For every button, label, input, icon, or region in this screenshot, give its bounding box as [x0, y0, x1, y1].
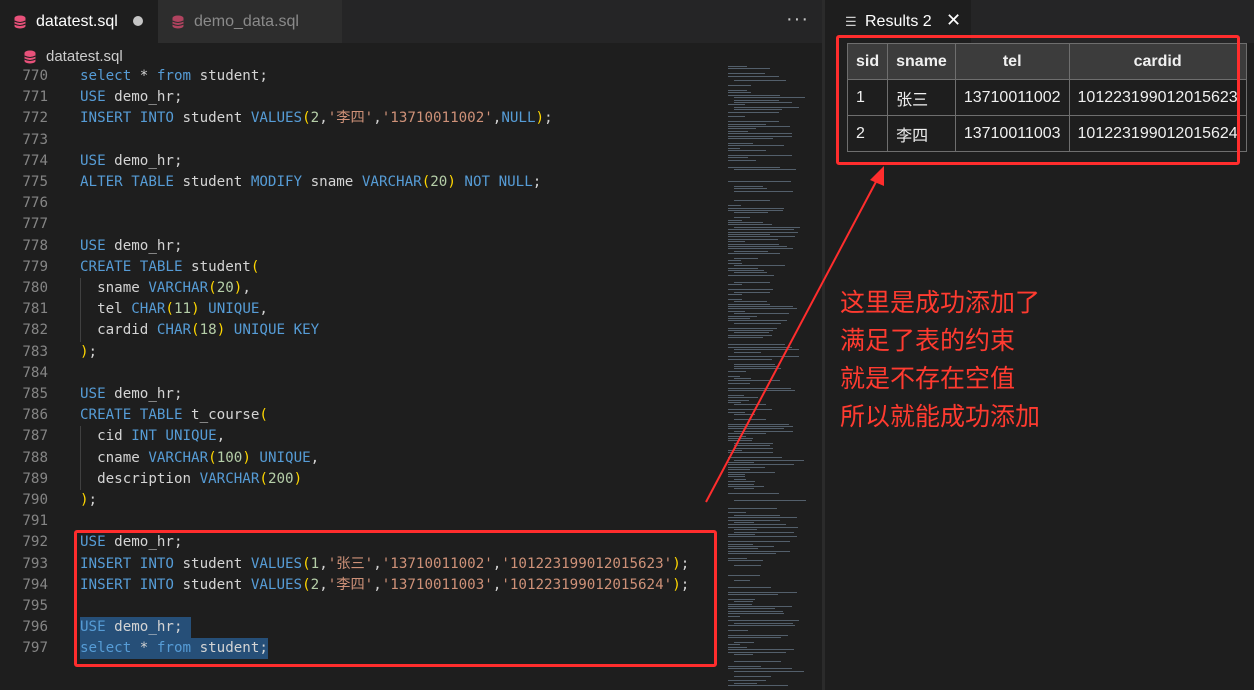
annotation-line: 就是不存在空值 — [840, 365, 1016, 393]
annotation-arrow — [705, 166, 884, 503]
annotation-line: 这里是成功添加了 — [840, 289, 1041, 317]
annotation-line: 所以就能成功添加 — [840, 403, 1041, 431]
annotation-text: 这里是成功添加了 满足了表的约束 就是不存在空值 所以就能成功添加 — [840, 284, 1040, 436]
annotation-line: 满足了表的约束 — [840, 327, 1016, 355]
